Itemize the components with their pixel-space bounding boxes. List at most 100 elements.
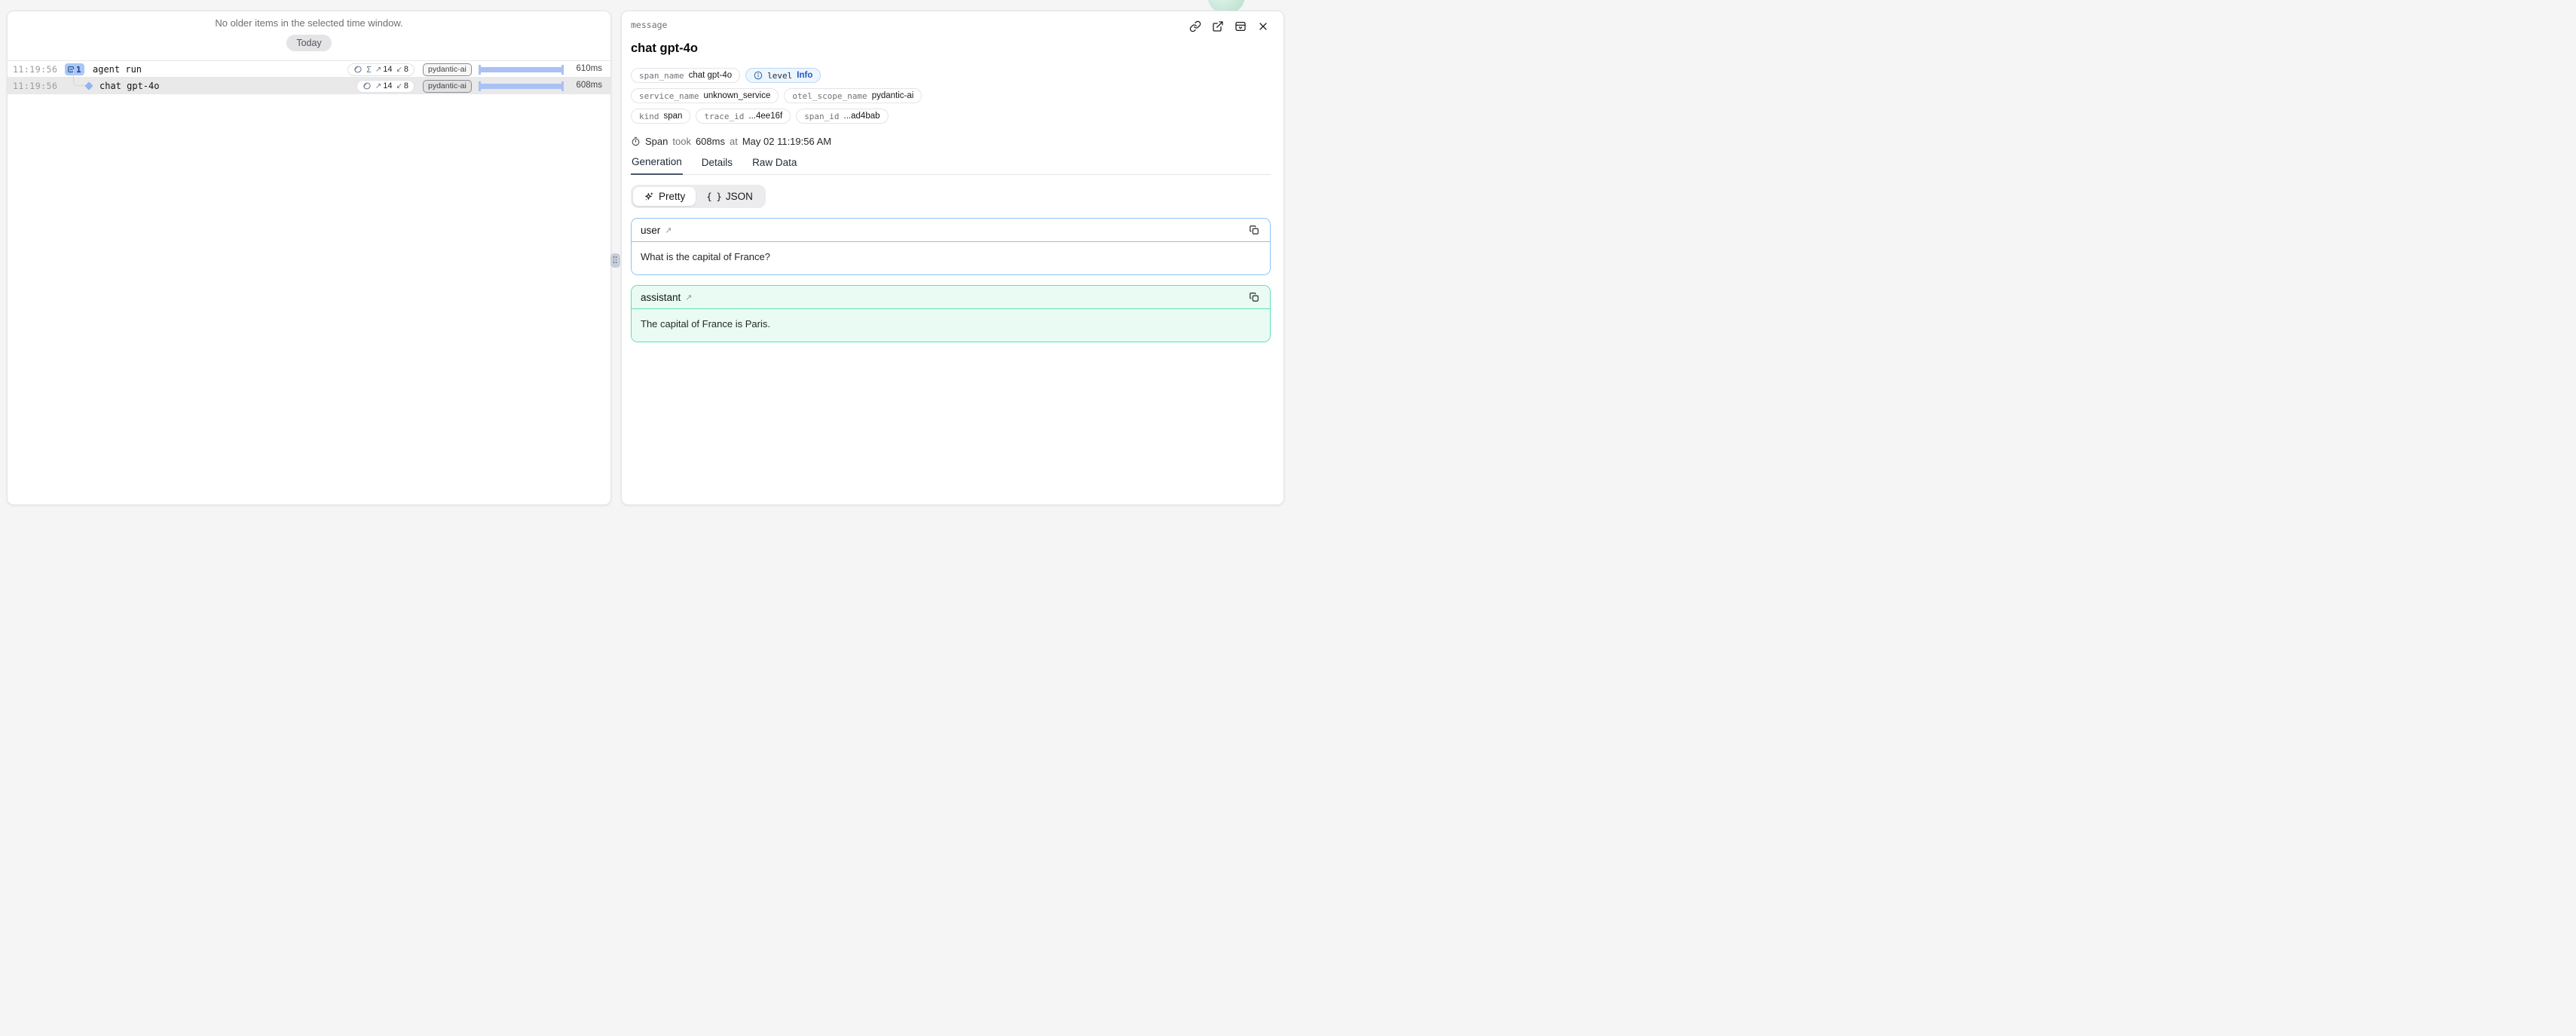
copy-icon (1249, 225, 1259, 235)
copy-link-button[interactable] (1187, 18, 1203, 34)
row-timestamp: 11:19:56 (13, 81, 57, 91)
trace-rows: 11:19:56 1 agent run Σ ↗ 14 ↙ 8 pydantic… (8, 60, 610, 94)
tokens-out-arrow-icon: ↙ (396, 82, 402, 90)
close-panel-button[interactable] (1255, 18, 1271, 34)
attr-otel-scope-name[interactable]: otel_scope_name pydantic-ai (784, 88, 922, 103)
open-in-new-button[interactable] (1210, 18, 1225, 34)
panel-resize-handle[interactable] (610, 253, 620, 268)
role-label: assistant (641, 292, 681, 303)
today-button[interactable]: Today (286, 35, 331, 51)
copy-message-button[interactable] (1247, 223, 1261, 237)
role-link-arrow-icon[interactable]: ↗ (665, 225, 672, 235)
message-header: assistant ↗ (632, 286, 1270, 309)
attr-key: level (767, 71, 792, 81)
attr-trace-id[interactable]: trace_id ...4ee16f (696, 109, 791, 124)
duration-bar (479, 65, 564, 75)
attr-key: trace_id (704, 112, 744, 121)
scope-tag[interactable]: pydantic-ai (423, 63, 472, 76)
dock-panel-button[interactable] (1232, 18, 1248, 34)
view-toggle: Pretty { } JSON (631, 185, 766, 208)
tokens-out-count: 8 (404, 81, 408, 90)
trace-row-chat-gpt-4o[interactable]: 11:19:56 chat gpt-4o ↗ 14 ↙ 8 pydantic-a… (8, 78, 610, 94)
panel-actions (1187, 18, 1271, 34)
trace-row-agent-run[interactable]: 11:19:56 1 agent run Σ ↗ 14 ↙ 8 pydantic… (8, 61, 610, 78)
attr-value: unknown_service (703, 91, 770, 100)
drag-dots-icon (613, 256, 618, 265)
duration-text: 610ms (576, 64, 602, 73)
attr-key: kind (639, 112, 659, 121)
attr-key: service_name (639, 91, 699, 101)
tokens-in-arrow-icon: ↗ (375, 66, 381, 74)
info-circle-icon (754, 71, 763, 80)
span-kind-kicker: message (631, 18, 667, 30)
attr-service-name[interactable]: service_name unknown_service (631, 88, 779, 103)
empty-state-notice: No older items in the selected time wind… (8, 11, 610, 29)
attr-value: span (664, 112, 683, 121)
span-label: agent run (93, 64, 142, 75)
duration-bar (479, 81, 564, 91)
tokens-coin-icon (353, 65, 363, 74)
attr-value: Info (797, 71, 812, 80)
tokens-in-count: 14 (383, 65, 392, 74)
stopwatch-icon (631, 136, 641, 146)
pretty-view-button[interactable]: Pretty (633, 187, 696, 206)
copy-message-button[interactable] (1247, 290, 1261, 304)
link-icon (1189, 20, 1201, 32)
span-label: chat gpt-4o (99, 81, 159, 91)
external-link-icon (1212, 20, 1224, 32)
json-label: JSON (726, 191, 753, 202)
span-diamond-icon (84, 81, 93, 90)
attr-key: otel_scope_name (792, 91, 867, 101)
span-detail-panel: message chat gpt-4o span_name chat gpt-4… (621, 11, 1284, 505)
detail-tabs: Generation Details Raw Data (631, 156, 1271, 175)
attr-span-name[interactable]: span_name chat gpt-4o (631, 68, 740, 83)
attr-value: ...ad4bab (844, 112, 880, 121)
tokens-in-arrow-icon: ↗ (375, 82, 381, 90)
tree-connector (73, 69, 84, 86)
tab-generation[interactable]: Generation (631, 156, 683, 175)
attr-span-id[interactable]: span_id ...ad4bab (796, 109, 888, 124)
at-word: at (730, 136, 738, 147)
attr-value: chat gpt-4o (689, 71, 733, 80)
token-stats-pill: ↗ 14 ↙ 8 (356, 80, 415, 93)
close-icon (1257, 20, 1269, 32)
attr-key: span_id (804, 112, 839, 121)
tokens-in-count: 14 (383, 81, 392, 90)
took-duration: 608ms (696, 136, 725, 147)
span-duration-summary: Span took 608ms at May 02 11:19:56 AM (631, 136, 1271, 147)
scope-tag[interactable]: pydantic-ai (423, 80, 472, 93)
span-title: chat gpt-4o (631, 41, 1271, 56)
tab-details[interactable]: Details (701, 156, 733, 174)
date-separator: Today (8, 35, 610, 51)
attr-value: ...4ee16f (748, 112, 782, 121)
attr-value: pydantic-ai (872, 91, 914, 100)
tokens-out-arrow-icon: ↙ (396, 66, 402, 74)
span-word: Span (645, 136, 668, 147)
tab-raw-data[interactable]: Raw Data (751, 156, 797, 174)
role-label: user (641, 225, 660, 236)
tokens-out-count: 8 (404, 65, 408, 74)
attr-key: span_name (639, 71, 684, 81)
message-header: user ↗ (632, 219, 1270, 242)
took-word: took (672, 136, 691, 147)
message-card-user: user ↗ What is the capital of France? (631, 218, 1271, 275)
row-timestamp: 11:19:56 (13, 64, 57, 75)
attr-kind[interactable]: kind span (631, 109, 690, 124)
braces-icon: { } (706, 191, 721, 202)
copy-icon (1249, 292, 1259, 302)
role-link-arrow-icon[interactable]: ↗ (685, 293, 692, 302)
message-content: The capital of France is Paris. (632, 309, 1270, 342)
json-view-button[interactable]: { } JSON (696, 187, 763, 206)
panel-bottom-icon (1234, 20, 1247, 32)
sigma-icon: Σ (366, 65, 372, 75)
message-content: What is the capital of France? (632, 242, 1270, 274)
trace-list-panel: No older items in the selected time wind… (7, 11, 611, 505)
duration-text: 608ms (576, 81, 602, 90)
token-stats-pill: Σ ↗ 14 ↙ 8 (347, 63, 415, 76)
sparkles-icon (644, 192, 654, 202)
tokens-coin-icon (363, 81, 372, 90)
attribute-badges: span_name chat gpt-4o level Info service… (631, 68, 1271, 124)
message-card-assistant: assistant ↗ The capital of France is Par… (631, 285, 1271, 342)
attr-level[interactable]: level Info (745, 68, 821, 83)
took-timestamp: May 02 11:19:56 AM (742, 136, 831, 147)
